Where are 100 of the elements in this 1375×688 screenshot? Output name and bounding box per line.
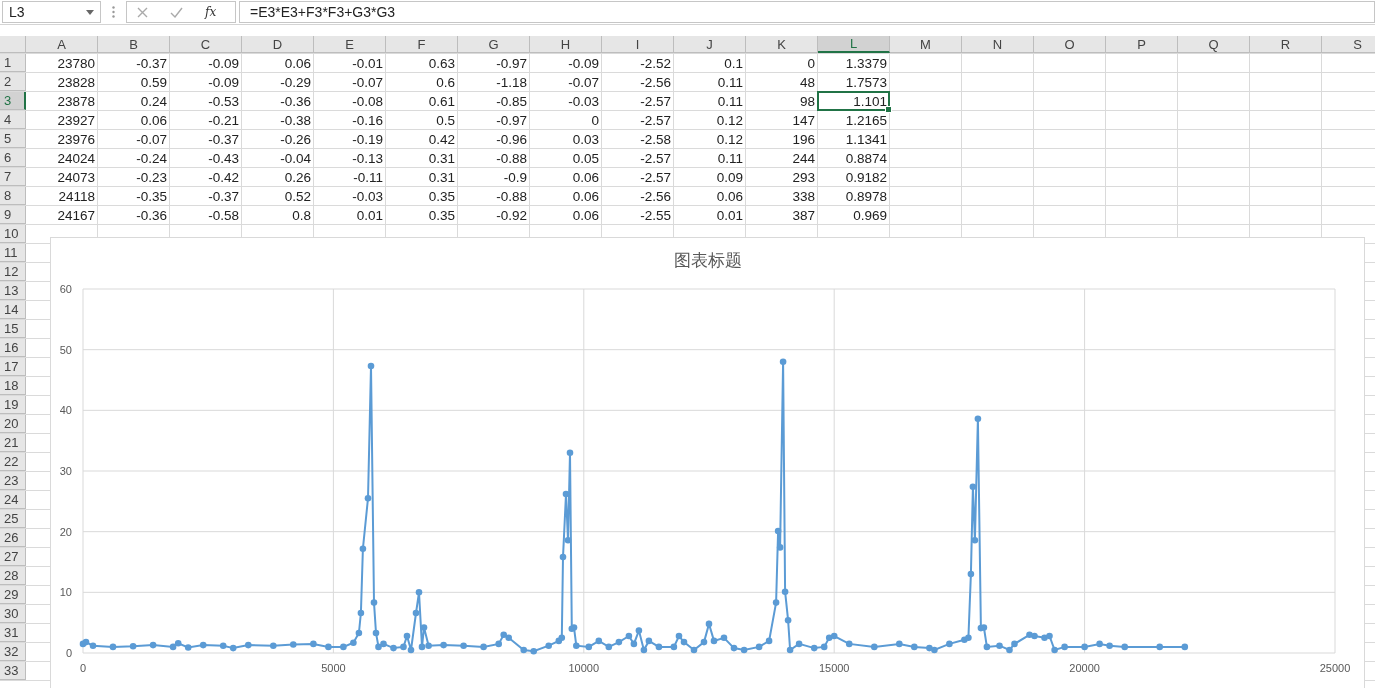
table-cell[interactable]: 244 [746, 149, 818, 167]
row-header[interactable]: 11 [0, 244, 26, 262]
table-cell[interactable]: 0.8 [242, 206, 314, 224]
table-cell[interactable]: 0.31 [386, 149, 458, 167]
insert-function-button[interactable]: fx [205, 5, 217, 19]
table-cell[interactable]: 23828 [26, 73, 98, 91]
row-header[interactable]: 18 [0, 377, 26, 395]
table-cell[interactable]: -0.13 [314, 149, 386, 167]
row-header[interactable]: 32 [0, 643, 26, 661]
column-header[interactable]: D [242, 36, 314, 53]
row-header[interactable]: 4 [0, 111, 26, 129]
row-header[interactable]: 15 [0, 320, 26, 338]
table-cell[interactable]: 0.26 [242, 168, 314, 186]
table-cell[interactable]: -0.16 [314, 111, 386, 129]
table-cell[interactable]: 0.12 [674, 111, 746, 129]
table-cell[interactable]: -0.24 [98, 149, 170, 167]
table-cell[interactable]: -0.96 [458, 130, 530, 148]
table-cell[interactable]: -0.29 [242, 73, 314, 91]
dropdown-caret-icon[interactable] [86, 9, 94, 15]
table-cell[interactable]: 0 [530, 111, 602, 129]
table-cell[interactable]: -0.9 [458, 168, 530, 186]
row-header[interactable]: 25 [0, 510, 26, 528]
select-all-corner[interactable] [0, 36, 26, 53]
table-cell[interactable]: 0.11 [674, 73, 746, 91]
column-header[interactable]: N [962, 36, 1034, 53]
table-cell[interactable]: 0.1 [674, 54, 746, 72]
column-header[interactable]: I [602, 36, 674, 53]
table-cell[interactable]: -0.36 [242, 92, 314, 110]
table-cell[interactable]: 0.6 [386, 73, 458, 91]
table-cell[interactable]: -2.57 [602, 92, 674, 110]
row-header[interactable]: 16 [0, 339, 26, 357]
table-cell[interactable]: -0.07 [314, 73, 386, 91]
table-cell[interactable]: 23878 [26, 92, 98, 110]
table-cell[interactable]: -0.37 [170, 130, 242, 148]
table-cell[interactable]: -0.42 [170, 168, 242, 186]
column-header[interactable]: B [98, 36, 170, 53]
table-cell[interactable]: -0.35 [98, 187, 170, 205]
table-cell[interactable]: 0.5 [386, 111, 458, 129]
column-header[interactable]: E [314, 36, 386, 53]
row-header[interactable]: 1 [0, 54, 26, 72]
table-cell[interactable]: 0.01 [314, 206, 386, 224]
table-cell[interactable]: -0.04 [242, 149, 314, 167]
column-header[interactable]: H [530, 36, 602, 53]
row-header[interactable]: 21 [0, 434, 26, 452]
table-cell[interactable]: -0.07 [530, 73, 602, 91]
table-cell[interactable]: 338 [746, 187, 818, 205]
formula-input[interactable]: =E3*E3+F3*F3+G3*G3 [239, 1, 1375, 23]
table-cell[interactable]: 196 [746, 130, 818, 148]
table-cell[interactable]: 24024 [26, 149, 98, 167]
row-header[interactable]: 10 [0, 225, 26, 243]
table-cell[interactable]: -2.57 [602, 111, 674, 129]
table-cell[interactable]: 0.01 [674, 206, 746, 224]
table-cell[interactable]: 23976 [26, 130, 98, 148]
table-cell[interactable]: 0.24 [98, 92, 170, 110]
table-cell[interactable]: 0.06 [530, 206, 602, 224]
row-header[interactable]: 23 [0, 472, 26, 490]
row-header[interactable]: 9 [0, 206, 26, 224]
table-cell[interactable]: 0.03 [530, 130, 602, 148]
table-cell[interactable]: 0.969 [818, 206, 890, 224]
table-cell[interactable]: -2.52 [602, 54, 674, 72]
table-cell[interactable]: 0.8874 [818, 149, 890, 167]
table-cell[interactable]: -0.19 [314, 130, 386, 148]
table-cell[interactable]: -0.03 [530, 92, 602, 110]
table-cell[interactable]: -0.03 [314, 187, 386, 205]
row-header[interactable]: 12 [0, 263, 26, 281]
table-cell[interactable]: 1.1341 [818, 130, 890, 148]
table-cell[interactable]: 1.7573 [818, 73, 890, 91]
table-cell[interactable]: -0.37 [98, 54, 170, 72]
column-header[interactable]: J [674, 36, 746, 53]
table-cell[interactable]: 98 [746, 92, 818, 110]
row-header[interactable]: 28 [0, 567, 26, 585]
table-cell[interactable]: 0.12 [674, 130, 746, 148]
table-cell[interactable]: 0.11 [674, 149, 746, 167]
table-cell[interactable]: -0.21 [170, 111, 242, 129]
table-cell[interactable]: 0.11 [674, 92, 746, 110]
row-header[interactable]: 30 [0, 605, 26, 623]
table-cell[interactable]: 0.06 [530, 187, 602, 205]
table-cell[interactable]: -2.57 [602, 149, 674, 167]
table-cell[interactable]: 24073 [26, 168, 98, 186]
row-header[interactable]: 6 [0, 149, 26, 167]
table-cell[interactable]: -0.85 [458, 92, 530, 110]
table-cell[interactable]: -0.37 [170, 187, 242, 205]
table-cell[interactable]: -0.11 [314, 168, 386, 186]
column-header[interactable]: K [746, 36, 818, 53]
table-cell[interactable]: 147 [746, 111, 818, 129]
table-cell[interactable]: -0.88 [458, 149, 530, 167]
table-cell[interactable]: 23780 [26, 54, 98, 72]
table-cell[interactable]: 0.59 [98, 73, 170, 91]
table-cell[interactable]: -2.56 [602, 187, 674, 205]
row-header[interactable]: 13 [0, 282, 26, 300]
name-box[interactable]: L3 [2, 1, 101, 23]
row-header[interactable]: 29 [0, 586, 26, 604]
table-cell[interactable]: -0.07 [98, 130, 170, 148]
row-header[interactable]: 22 [0, 453, 26, 471]
table-cell[interactable]: 0.06 [674, 187, 746, 205]
table-cell[interactable]: 0.63 [386, 54, 458, 72]
row-header[interactable]: 20 [0, 415, 26, 433]
table-cell[interactable]: -0.01 [314, 54, 386, 72]
table-cell[interactable]: -0.92 [458, 206, 530, 224]
column-header[interactable]: L [818, 36, 890, 53]
